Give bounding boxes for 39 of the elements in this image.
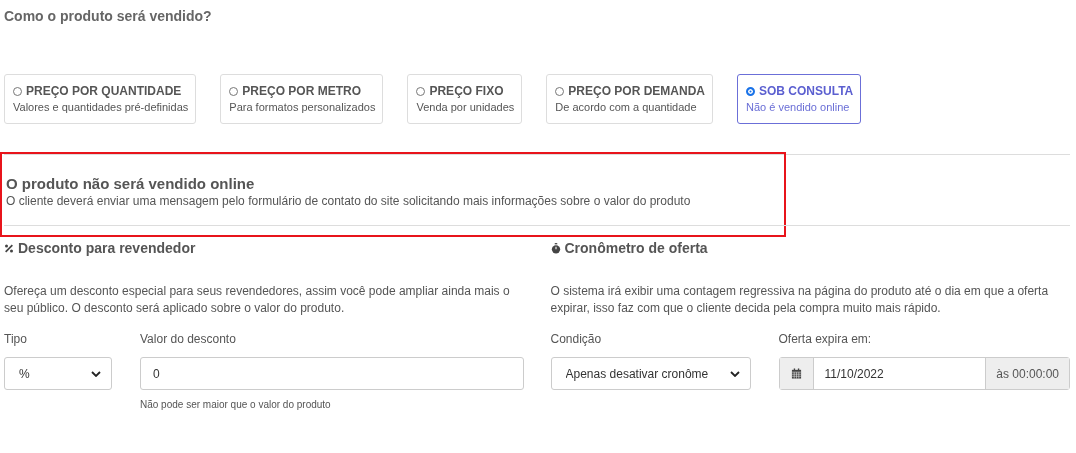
section-question: Como o produto será vendido? (4, 8, 213, 26)
section-title: Cronômetro de oferta (564, 240, 708, 256)
radio-button[interactable] (416, 86, 426, 96)
option-description: Não é vendido online (746, 101, 851, 113)
sale-option-card[interactable]: SOB CONSULTA Não é vendido online (737, 74, 862, 124)
stopwatch-icon (550, 242, 561, 254)
notice-text: O cliente deverá enviar uma mensagem pelo formulário de contato do site solicitando mais informações sobre o valor do produto (6, 194, 692, 208)
field-hint: Não pode ser maior que o valor do produto (140, 399, 332, 410)
chevron-down-icon (91, 370, 101, 377)
section-description: O sistema irá exibir uma contagem regressiva na página do produto até o dia em que a oferta expirar, isso faz com que o cliente decida pela compra muito mais rápido. (550, 283, 1050, 317)
section-description: Ofereça um desconto especial para seus revendedores, assim você pode ampliar ainda mais o seu público. O desconto será aplicado sobre o valor do produto. (4, 283, 511, 317)
sale-option-card[interactable]: PREÇO POR DEMANDA De acordo com a quantidade (546, 74, 713, 124)
sale-option-card[interactable]: PREÇO FIXO Venda por unidades (407, 74, 523, 124)
radio-button[interactable] (555, 86, 565, 96)
field-label: Condição (550, 332, 603, 348)
sale-option-card[interactable]: PREÇO POR QUANTIDADE Valores e quantidades pré-definidas (4, 74, 197, 124)
radio-button[interactable] (13, 86, 22, 96)
option-label: PREÇO POR QUANTIDADE (26, 84, 182, 98)
option-description: Venda por unidades (416, 101, 515, 113)
type-select[interactable]: % (4, 357, 112, 390)
sale-option-card[interactable]: PREÇO POR METRO Para formatos personalizados (220, 74, 384, 124)
notice-title: O produto não será vendido online (6, 175, 256, 192)
field-label: Oferta expira em: (778, 332, 873, 348)
condition-select[interactable]: Apenas desativar cronôme (550, 357, 751, 390)
option-label: PREÇO FIXO (429, 84, 504, 98)
option-description: Valores e quantidades pré-definidas (13, 101, 189, 113)
discount-input[interactable]: 0 (140, 357, 524, 390)
chevron-down-icon (729, 370, 740, 377)
field-label: Tipo (4, 332, 28, 348)
percent-icon (4, 242, 14, 254)
option-description: Para formatos personalizados (229, 101, 376, 113)
field-label: Valor do desconto (140, 332, 237, 348)
section-title: Desconto para revendedor (18, 240, 196, 256)
option-label: PREÇO POR DEMANDA (568, 84, 705, 98)
option-description: De acordo com a quantidade (555, 101, 698, 113)
option-label: SOB CONSULTA (759, 84, 854, 98)
radio-button[interactable] (229, 86, 239, 96)
radio-button[interactable] (746, 86, 755, 96)
option-label: PREÇO POR METRO (242, 84, 361, 98)
